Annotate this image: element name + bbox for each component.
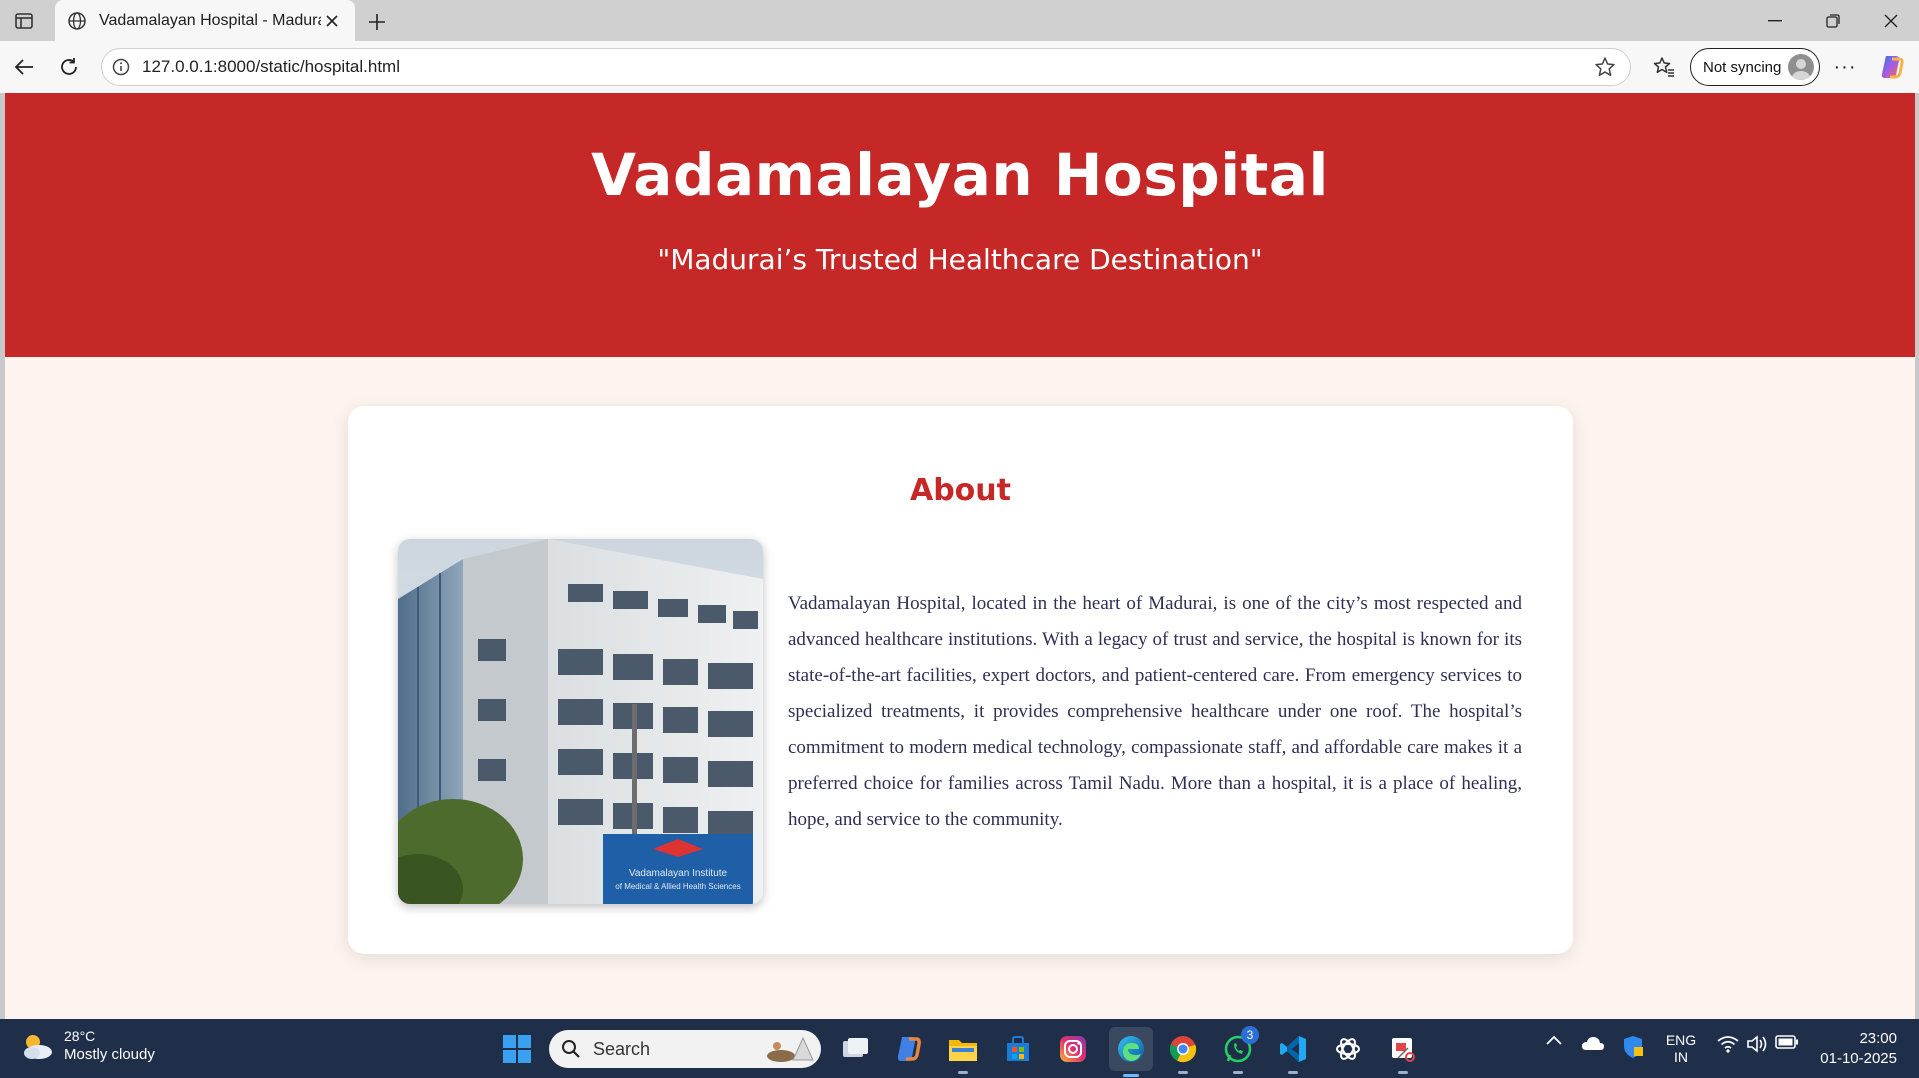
weather-widget[interactable]: 28°C Mostly cloudy (20, 1027, 155, 1065)
lang-secondary: IN (1674, 1049, 1688, 1065)
more-options-button[interactable]: ··· (1829, 51, 1861, 83)
running-indicator (1288, 1071, 1298, 1074)
running-indicator (1398, 1071, 1408, 1074)
volume-icon[interactable] (1745, 1035, 1769, 1053)
notification-badge: 3 (1241, 1026, 1259, 1044)
vscode-icon[interactable] (1274, 1030, 1312, 1074)
tab-actions-icon[interactable] (12, 9, 36, 33)
wifi-icon[interactable] (1716, 1035, 1740, 1053)
globe-icon (67, 10, 89, 32)
security-shield-icon[interactable] (1620, 1035, 1646, 1059)
taskbar-search-box[interactable]: Search (549, 1030, 821, 1068)
sync-status-label: Not syncing (1703, 58, 1782, 76)
search-icon (562, 1040, 580, 1058)
about-card: About Vadamalayan Institute of Medical &… (348, 406, 1573, 954)
weather-condition: Mostly cloudy (64, 1046, 155, 1063)
active-tab[interactable]: Vadamalayan Hospital - Madurai (55, 0, 355, 41)
favorites-icon[interactable] (1648, 51, 1680, 83)
language-indicator[interactable]: ENG IN (1660, 1032, 1702, 1066)
clock-time: 23:00 (1859, 1030, 1897, 1047)
hospital-title: Vadamalayan Hospital (591, 141, 1329, 209)
battery-icon[interactable] (1774, 1035, 1800, 1049)
task-view-icon[interactable] (836, 1030, 874, 1068)
hospital-tagline: "Madurai’s Trusted Healthcare Destinatio… (657, 243, 1263, 276)
about-paragraph: Vadamalayan Hospital, located in the hea… (788, 593, 1522, 830)
windows-taskbar: 28°C Mostly cloudy Search 3 ENG IN 23:00… (0, 1019, 1919, 1078)
page-viewport: Vadamalayan Hospital "Madurai’s Trusted … (5, 93, 1915, 1019)
search-label: Search (593, 1038, 651, 1059)
whatsapp-icon[interactable]: 3 (1219, 1026, 1259, 1074)
back-button[interactable] (8, 51, 40, 83)
address-bar[interactable]: 127.0.0.1:8000/static/hospital.html (101, 48, 1631, 86)
close-window-button[interactable] (1863, 0, 1919, 41)
chrome-icon[interactable] (1164, 1030, 1202, 1074)
browser-toolbar: 127.0.0.1:8000/static/hospital.html Not … (0, 41, 1919, 93)
running-indicator (1233, 1071, 1243, 1074)
minimize-button[interactable] (1747, 0, 1803, 41)
new-tab-button[interactable] (363, 8, 391, 36)
search-highlight-icon (767, 1036, 814, 1062)
clock-date: 01-10-2025 (1820, 1050, 1897, 1067)
site-info-icon[interactable] (112, 57, 132, 77)
running-indicator (958, 1071, 968, 1074)
reload-button[interactable] (53, 51, 85, 83)
close-tab-icon[interactable] (321, 10, 343, 32)
sign-line-1: Vadamalayan Institute (629, 868, 728, 879)
tab-title: Vadamalayan Hospital - Madurai (99, 11, 321, 29)
microsoft-store-icon[interactable] (999, 1030, 1037, 1068)
chatgpt-icon[interactable] (1329, 1030, 1367, 1068)
hospital-building-photo: Vadamalayan Institute of Medical & Allie… (398, 539, 763, 904)
favorite-star-icon[interactable] (1592, 54, 1618, 80)
copilot-icon[interactable] (1876, 51, 1908, 83)
lang-primary: ENG (1665, 1032, 1697, 1048)
restore-button[interactable] (1805, 0, 1861, 41)
copilot-app-icon[interactable] (889, 1030, 927, 1068)
edge-browser-icon[interactable] (1109, 1027, 1153, 1077)
sign-line-2: of Medical & Allied Health Sciences (615, 882, 740, 891)
about-heading: About (909, 473, 1011, 508)
onedrive-icon[interactable] (1580, 1035, 1606, 1051)
weather-temp: 28°C (64, 1028, 96, 1044)
system-clock[interactable]: 23:00 01-10-2025 (1820, 1029, 1897, 1069)
browser-tab-bar: Vadamalayan Hospital - Madurai (0, 0, 1919, 41)
partly-cloudy-icon (24, 1035, 52, 1059)
file-explorer-icon[interactable] (944, 1030, 982, 1074)
snipping-tool-icon[interactable] (1384, 1030, 1422, 1074)
start-menu-icon[interactable] (498, 1030, 536, 1068)
profile-sync-button[interactable]: Not syncing (1690, 48, 1820, 86)
active-indicator (1123, 1074, 1139, 1077)
hero-header: Vadamalayan Hospital "Madurai’s Trusted … (5, 93, 1915, 357)
avatar (1788, 54, 1814, 80)
running-indicator (1178, 1071, 1188, 1074)
url-text[interactable]: 127.0.0.1:8000/static/hospital.html (142, 57, 1592, 77)
chevron-up-icon[interactable] (1543, 1035, 1565, 1045)
instagram-icon[interactable] (1054, 1030, 1092, 1068)
